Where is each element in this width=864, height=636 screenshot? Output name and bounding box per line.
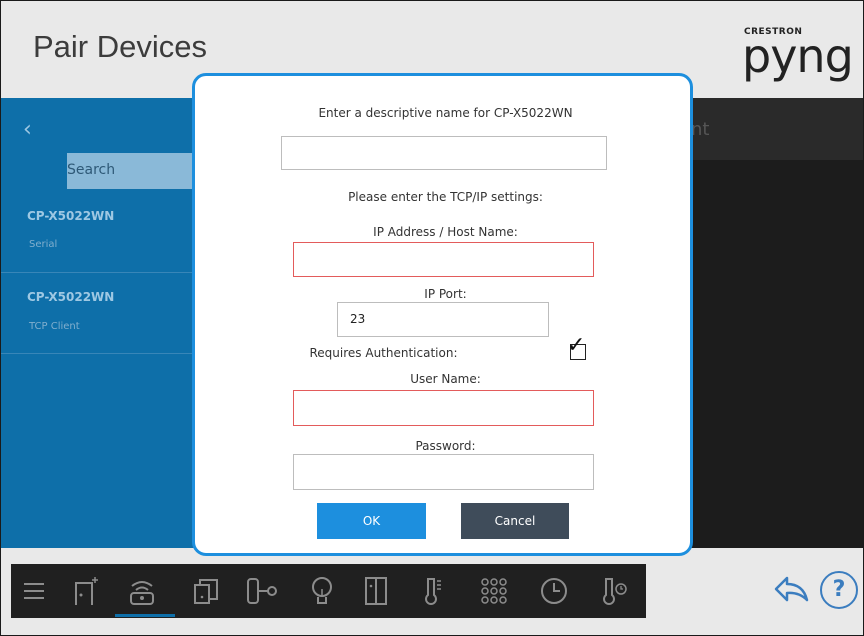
grid-dots-icon[interactable] (471, 564, 517, 618)
user-name-field[interactable] (293, 390, 594, 426)
panel-icon[interactable] (353, 564, 399, 618)
crestron-pyng-logo: CRESTRON pyng (742, 23, 854, 83)
menu-icon[interactable] (11, 564, 57, 618)
thermostat-icon[interactable] (591, 564, 637, 618)
cancel-button[interactable]: Cancel (461, 503, 569, 539)
ip-port-field[interactable]: 23 (337, 302, 549, 337)
clock-icon[interactable] (531, 564, 577, 618)
password-label: Password: (415, 439, 476, 453)
device-item-name[interactable]: CP-X5022WN (27, 209, 114, 223)
page-title: Pair Devices (33, 29, 207, 64)
return-arrow-icon[interactable] (773, 574, 811, 612)
auth-label: Requires Authentication: (309, 346, 458, 360)
remote-icon[interactable] (119, 564, 165, 618)
password-field[interactable] (293, 454, 594, 490)
bottom-toolbar (11, 564, 646, 618)
room-add-icon[interactable] (63, 564, 109, 618)
selected-tab-indicator (115, 614, 175, 617)
device-name-field[interactable] (281, 136, 607, 170)
chevron-left-icon[interactable]: ‹ (23, 117, 32, 142)
flow-icon[interactable] (239, 564, 285, 618)
help-button[interactable]: ? (820, 571, 858, 609)
ip-port-label: IP Port: (424, 287, 467, 301)
bulb-icon[interactable] (299, 564, 345, 618)
logo-brand-big: pyng (742, 29, 854, 83)
ip-address-label: IP Address / Host Name: (373, 225, 518, 239)
search-label: Search (67, 162, 116, 178)
device-item-type: TCP Client (29, 321, 80, 332)
copy-icon[interactable] (183, 564, 229, 618)
device-item-name[interactable]: CP-X5022WN (27, 290, 114, 304)
thermometer-icon[interactable] (409, 564, 455, 618)
device-item-type: Serial (29, 239, 58, 250)
detail-title-fragment: nt (691, 119, 710, 140)
pairing-dialog: Enter a descriptive name for CP-X5022WN … (192, 73, 693, 556)
user-name-label: User Name: (410, 372, 481, 386)
tcp-settings-label: Please enter the TCP/IP settings: (348, 190, 543, 204)
ip-address-field[interactable] (293, 242, 594, 277)
app-window: Pair Devices CRESTRON pyng nt ‹ Search C… (0, 0, 864, 636)
ok-button[interactable]: OK (317, 503, 426, 539)
checkmark-icon: ✓ (567, 333, 586, 358)
name-prompt-label: Enter a descriptive name for CP-X5022WN (318, 106, 573, 120)
